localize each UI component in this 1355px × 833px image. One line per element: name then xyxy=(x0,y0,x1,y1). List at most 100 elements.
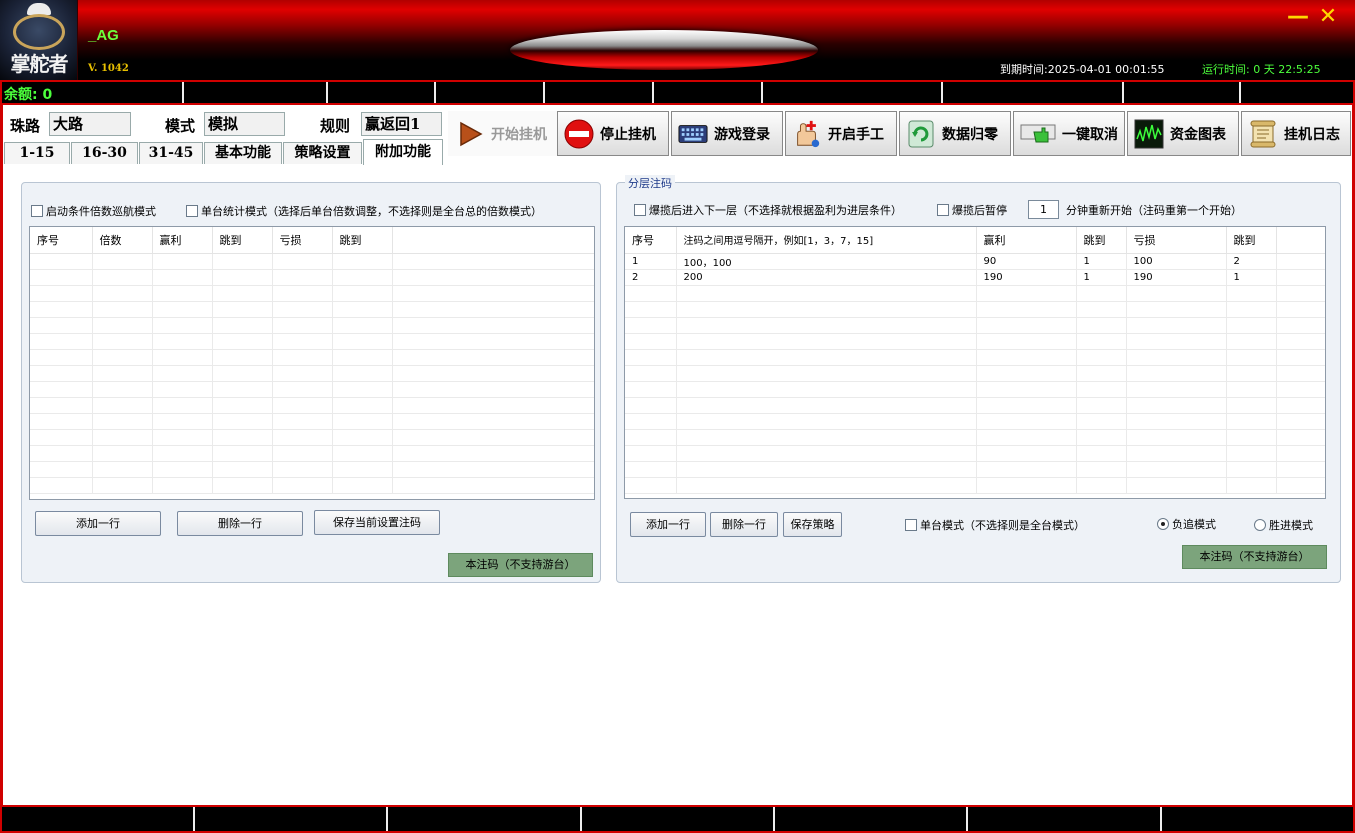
checkbox-box xyxy=(634,204,646,216)
table-row[interactable] xyxy=(30,397,594,414)
table-row[interactable] xyxy=(625,381,1325,398)
table-cell xyxy=(976,445,1077,462)
minimize-button[interactable]: — xyxy=(1286,6,1310,30)
table-cell xyxy=(332,477,393,494)
table-row[interactable] xyxy=(30,461,594,478)
table-cell xyxy=(625,445,677,462)
right-delete-row-button[interactable]: 删除一行 xyxy=(710,512,778,537)
col-header[interactable]: 注码之间用逗号隔开，例如[1，3，7，15] xyxy=(676,227,977,254)
close-button[interactable]: ✕ xyxy=(1316,6,1340,30)
col-header[interactable]: 跳到 xyxy=(212,227,273,254)
table-row[interactable] xyxy=(30,269,594,286)
table-row[interactable] xyxy=(625,477,1325,494)
table-row[interactable]: 2 200 190 1 190 1 xyxy=(625,269,1325,286)
scroll-icon xyxy=(1248,119,1278,149)
left-add-row-button[interactable]: 添加一行 xyxy=(35,511,161,536)
col-header[interactable]: 序号 xyxy=(625,227,677,254)
manual-mode-button[interactable]: 开启手工 xyxy=(785,111,897,156)
table-row[interactable] xyxy=(625,349,1325,366)
table-row[interactable] xyxy=(30,349,594,366)
table-cell xyxy=(976,413,1077,430)
negative-chase-radio[interactable]: 负追模式 xyxy=(1157,516,1216,532)
tab-basic-functions[interactable]: 基本功能 xyxy=(204,142,282,164)
rule-field[interactable]: 赢返回1 xyxy=(361,112,442,136)
table-row[interactable] xyxy=(625,301,1325,318)
win-advance-radio[interactable]: 胜进模式 xyxy=(1254,517,1313,533)
table-row[interactable] xyxy=(30,429,594,446)
table-row[interactable] xyxy=(30,477,594,494)
stop-hangup-label: 停止挂机 xyxy=(600,126,656,143)
col-header[interactable]: 赢利 xyxy=(976,227,1077,254)
table-row[interactable] xyxy=(625,413,1325,430)
col-header[interactable]: 序号 xyxy=(30,227,93,254)
save-strategy-button[interactable]: 保存策略 xyxy=(783,512,842,537)
title-bar[interactable]: 掌舵者 _AG V. 1042 — ✕ 到期时间:2025-04-01 00:0… xyxy=(0,0,1355,80)
status-divider xyxy=(941,82,943,103)
table-row[interactable]: 1 100，100 90 1 100 2 xyxy=(625,253,1325,270)
tab-1-15[interactable]: 1-15 xyxy=(4,142,70,164)
table-cell xyxy=(332,317,393,334)
table-row[interactable] xyxy=(625,429,1325,446)
table-row[interactable] xyxy=(30,333,594,350)
left-table-container[interactable]: 序号 倍数 赢利 跳到 亏损 跳到 xyxy=(29,226,595,500)
save-bet-settings-button[interactable]: 保存当前设置注码 xyxy=(314,510,440,535)
next-layer-checkbox[interactable]: 爆揽后进入下一层（不选择就根据盈利为进层条件） xyxy=(634,202,902,218)
table-cell xyxy=(1126,333,1227,350)
tab-31-45[interactable]: 31-45 xyxy=(139,142,203,164)
table-cell xyxy=(30,461,93,478)
manual-mode-label: 开启手工 xyxy=(828,126,884,143)
single-stat-checkbox[interactable]: 单台统计模式（选择后单台倍数调整，不选择则是全台总的倍数模式） xyxy=(186,203,542,219)
tab-extra-functions[interactable]: 附加功能 xyxy=(363,139,443,165)
hangup-log-button[interactable]: 挂机日志 xyxy=(1241,111,1351,156)
table-row[interactable] xyxy=(625,333,1325,350)
tab-16-30[interactable]: 16-30 xyxy=(71,142,138,164)
col-header[interactable]: 跳到 xyxy=(332,227,393,254)
table-cell xyxy=(1126,397,1227,414)
table-cell xyxy=(976,381,1077,398)
col-header[interactable]: 跳到 xyxy=(1226,227,1277,254)
table-row[interactable] xyxy=(625,445,1325,462)
cancel-all-button[interactable]: 一键取消 xyxy=(1013,111,1125,156)
table-row[interactable] xyxy=(625,317,1325,334)
table-cell: 90 xyxy=(976,253,1077,270)
col-header[interactable]: 倍数 xyxy=(92,227,153,254)
right-add-row-button[interactable]: 添加一行 xyxy=(630,512,706,537)
table-cell xyxy=(332,269,393,286)
fund-chart-button[interactable]: 资金图表 xyxy=(1127,111,1239,156)
col-header[interactable]: 跳到 xyxy=(1076,227,1127,254)
col-header[interactable]: 赢利 xyxy=(152,227,213,254)
table-row[interactable] xyxy=(30,301,594,318)
pause-minutes-input[interactable]: 1 xyxy=(1028,200,1059,219)
table-cell xyxy=(92,253,153,270)
tab-strategy-settings[interactable]: 策略设置 xyxy=(283,142,362,164)
table-row[interactable] xyxy=(625,397,1325,414)
mode-field[interactable]: 模拟 xyxy=(204,112,285,136)
table-row[interactable] xyxy=(625,365,1325,382)
table-cell xyxy=(30,413,93,430)
table-row[interactable] xyxy=(30,317,594,334)
table-row[interactable] xyxy=(30,381,594,398)
stop-hangup-button[interactable]: 停止挂机 xyxy=(557,111,669,156)
pause-checkbox[interactable]: 爆揽后暂停 xyxy=(937,202,1007,218)
table-row[interactable] xyxy=(30,365,594,382)
right-table-container[interactable]: 序号 注码之间用逗号隔开，例如[1，3，7，15] 赢利 跳到 亏损 跳到 11… xyxy=(624,226,1326,499)
left-bet-button[interactable]: 本注码（不支持游台） xyxy=(448,553,593,577)
stop-icon xyxy=(564,119,594,149)
table-row[interactable] xyxy=(625,285,1325,302)
left-delete-row-button[interactable]: 删除一行 xyxy=(177,511,303,536)
start-hangup-button[interactable]: 开始挂机 xyxy=(448,111,560,156)
table-row[interactable] xyxy=(30,445,594,462)
table-row[interactable] xyxy=(625,461,1325,478)
right-bet-button[interactable]: 本注码（不支持游台） xyxy=(1182,545,1327,569)
col-header[interactable]: 亏损 xyxy=(272,227,333,254)
table-cell xyxy=(1076,333,1127,350)
col-header[interactable]: 亏损 xyxy=(1126,227,1227,254)
reset-data-button[interactable]: 数据归零 xyxy=(899,111,1011,156)
table-row[interactable] xyxy=(30,285,594,302)
cruise-mode-checkbox[interactable]: 启动条件倍数巡航模式 xyxy=(31,203,156,219)
game-login-button[interactable]: 游戏登录 xyxy=(671,111,783,156)
road-field[interactable]: 大路 xyxy=(49,112,131,136)
table-row[interactable] xyxy=(30,253,594,270)
single-table-checkbox[interactable]: 单台模式（不选择则是全台模式） xyxy=(905,517,1085,533)
table-row[interactable] xyxy=(30,413,594,430)
